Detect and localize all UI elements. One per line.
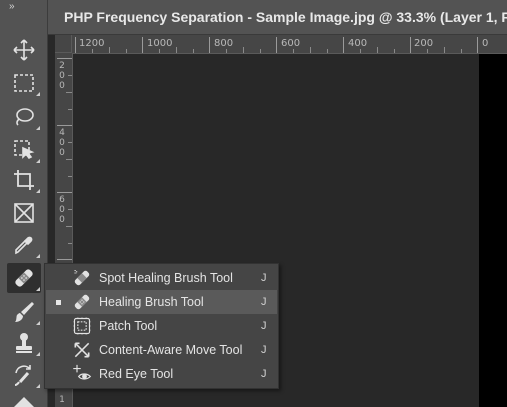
stamp-icon xyxy=(16,333,32,353)
menu-item-patch[interactable]: Patch Tool J xyxy=(46,314,277,338)
document-title: PHP Frequency Separation - Sample Image.… xyxy=(64,9,507,25)
menu-item-shortcut: J xyxy=(261,272,267,284)
menu-item-content-aware-move[interactable]: Content-Aware Move Tool J xyxy=(46,338,277,362)
menu-item-label: Content-Aware Move Tool xyxy=(99,343,243,357)
menu-item-red-eye[interactable]: Red Eye Tool J xyxy=(46,362,277,386)
eyedropper-tool-button[interactable] xyxy=(7,230,41,260)
bandage-icon xyxy=(15,269,33,287)
frame-tool-button[interactable] xyxy=(7,198,41,228)
lasso-icon xyxy=(16,108,34,126)
more-tools-indicator xyxy=(36,321,40,325)
eyedropper-icon xyxy=(15,236,33,255)
brush-icon xyxy=(15,302,34,322)
menu-item-label: Spot Healing Brush Tool xyxy=(99,271,233,285)
bandage-icon xyxy=(71,291,93,313)
menu-item-label: Red Eye Tool xyxy=(99,367,174,381)
crop-icon xyxy=(14,170,34,190)
object-selection-tool-button[interactable] xyxy=(7,135,41,165)
more-tools-indicator xyxy=(36,254,40,258)
menu-item-healing-brush[interactable]: Healing Brush Tool J xyxy=(46,290,277,314)
red-eye-icon xyxy=(71,363,93,385)
patch-icon xyxy=(71,315,93,337)
menu-item-shortcut: J xyxy=(261,296,267,308)
healing-tools-flyout: Spot Healing Brush Tool J Healing Brush … xyxy=(44,263,279,389)
ruler-ticks xyxy=(75,37,478,53)
menu-item-shortcut: J xyxy=(261,344,267,356)
document-canvas[interactable] xyxy=(479,54,507,407)
history-brush-icon xyxy=(14,365,31,386)
crop-tool-button[interactable] xyxy=(7,165,41,195)
document-tab[interactable]: PHP Frequency Separation - Sample Image.… xyxy=(48,0,507,35)
horizontal-ruler[interactable]: 1200 1000 800 600 400 200 0 xyxy=(55,35,507,54)
move-icon xyxy=(13,39,35,61)
more-tools-indicator xyxy=(36,189,40,193)
brush-tool-button[interactable] xyxy=(7,297,41,327)
menu-item-shortcut: J xyxy=(261,368,267,380)
collapse-panel-button[interactable]: » xyxy=(9,1,14,12)
healing-brush-tool-button[interactable] xyxy=(7,263,41,293)
menu-item-spot-healing-brush[interactable]: Spot Healing Brush Tool J xyxy=(46,266,277,290)
more-tools-indicator xyxy=(36,126,40,130)
spot-healing-icon xyxy=(71,267,93,289)
more-tools-indicator xyxy=(36,352,40,356)
history-brush-tool-button[interactable] xyxy=(7,360,41,390)
eraser-icon xyxy=(14,396,34,407)
clone-stamp-tool-button[interactable] xyxy=(7,328,41,358)
more-tools-indicator xyxy=(36,159,40,163)
more-tools-indicator xyxy=(36,384,40,388)
more-tools-indicator xyxy=(36,92,40,96)
menu-item-shortcut: J xyxy=(261,320,267,332)
menu-item-label: Patch Tool xyxy=(99,319,158,333)
move-tool-button[interactable] xyxy=(7,35,41,65)
eraser-tool-button[interactable] xyxy=(7,392,41,407)
object-selection-icon xyxy=(14,140,35,160)
marquee-icon xyxy=(14,74,34,92)
menu-item-label: Healing Brush Tool xyxy=(99,295,204,309)
content-aware-move-icon xyxy=(71,339,93,361)
selected-indicator xyxy=(56,299,61,305)
more-tools-indicator xyxy=(36,287,40,291)
rectangular-marquee-tool-button[interactable] xyxy=(7,68,41,98)
ruler-origin[interactable] xyxy=(55,35,72,53)
tools-panel: » xyxy=(0,0,48,407)
frame-icon xyxy=(14,203,34,223)
lasso-tool-button[interactable] xyxy=(7,102,41,132)
